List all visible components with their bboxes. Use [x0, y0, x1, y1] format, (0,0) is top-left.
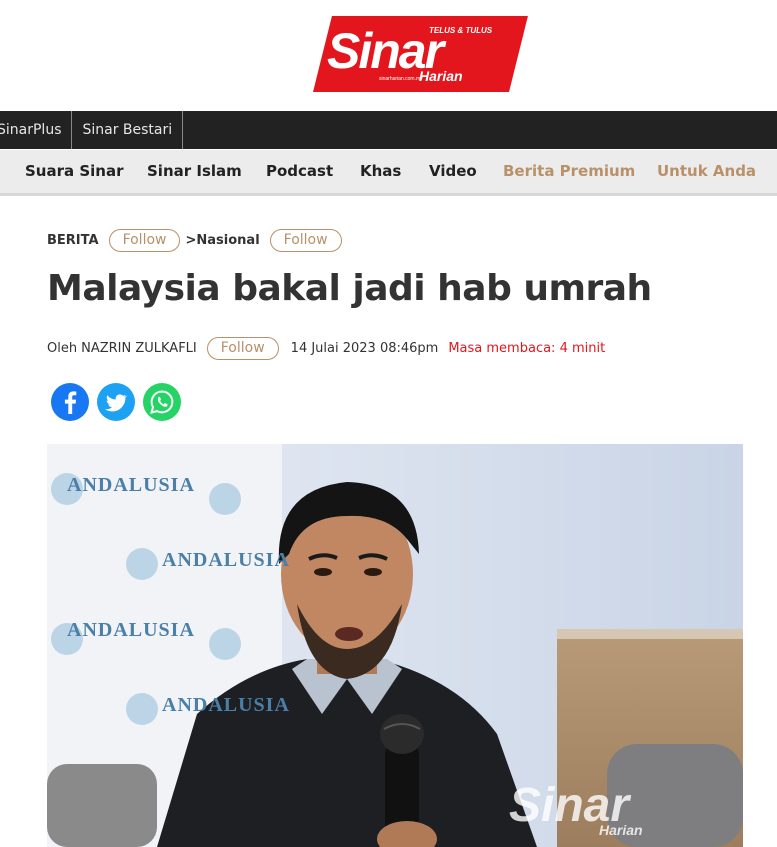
category-berita-premium[interactable]: Berita Premium	[503, 162, 635, 180]
photo-illustration	[47, 444, 743, 847]
category-video[interactable]: Video	[429, 162, 477, 180]
category-podcast[interactable]: Podcast	[266, 162, 333, 180]
logo-url: sinarharian.com.my	[379, 76, 423, 82]
article-title: Malaysia bakal jadi hab umrah	[47, 268, 652, 309]
category-sinar-islam[interactable]: Sinar Islam	[147, 162, 242, 180]
follow-section-button[interactable]: Follow	[108, 228, 181, 252]
twitter-icon[interactable]	[97, 383, 135, 421]
share-bar	[51, 383, 181, 421]
follow-subsection-button[interactable]: Follow	[269, 228, 342, 252]
article-photo: ANDALUSIA ANDALUSIA ANDALUSIA ANDALUSIA …	[47, 444, 743, 847]
reading-time: Masa membaca: 4 minit	[448, 340, 606, 356]
logo-sub: Harian	[419, 68, 463, 84]
site-logo[interactable]: Sinar TELUS & TULUS sinarharian.com.my H…	[301, 16, 528, 92]
top-nav-item-sinar-bestari[interactable]: Sinar Bestari	[72, 111, 184, 149]
breadcrumb-separator: >	[185, 232, 197, 248]
top-nav-item-sinarplus[interactable]: SinarPlus	[0, 111, 73, 149]
category-nav: Suara Sinar Sinar Islam Podcast Khas Vid…	[0, 150, 777, 196]
top-nav: SinarPlus Sinar Bestari	[0, 111, 777, 149]
backdrop-text: ANDALUSIA	[162, 549, 290, 571]
follow-author-button[interactable]: Follow	[206, 336, 279, 360]
backdrop-text: ANDALUSIA	[67, 619, 195, 641]
author-name[interactable]: NAZRIN ZULKAFLI	[81, 341, 197, 356]
breadcrumb: BERITA Follow > Nasional Follow	[47, 228, 342, 252]
facebook-icon[interactable]	[51, 383, 89, 421]
whatsapp-icon[interactable]	[143, 383, 181, 421]
photo-watermark-sub: Harian	[599, 822, 643, 838]
publish-date: 14 Julai 2023 08:46pm	[290, 340, 439, 356]
category-untuk-anda[interactable]: Untuk Anda	[657, 162, 756, 180]
author-prefix: Oleh	[47, 340, 78, 356]
byline: Oleh NAZRIN ZULKAFLI Follow 14 Julai 202…	[47, 335, 605, 361]
breadcrumb-subsection[interactable]: Nasional	[196, 233, 259, 248]
category-khas[interactable]: Khas	[360, 162, 401, 180]
category-suara-sinar[interactable]: Suara Sinar	[25, 162, 124, 180]
breadcrumb-section[interactable]: BERITA	[47, 233, 99, 248]
backdrop-text: ANDALUSIA	[67, 474, 195, 496]
logo-tagline: TELUS & TULUS	[429, 26, 493, 35]
backdrop-text: ANDALUSIA	[162, 694, 290, 716]
